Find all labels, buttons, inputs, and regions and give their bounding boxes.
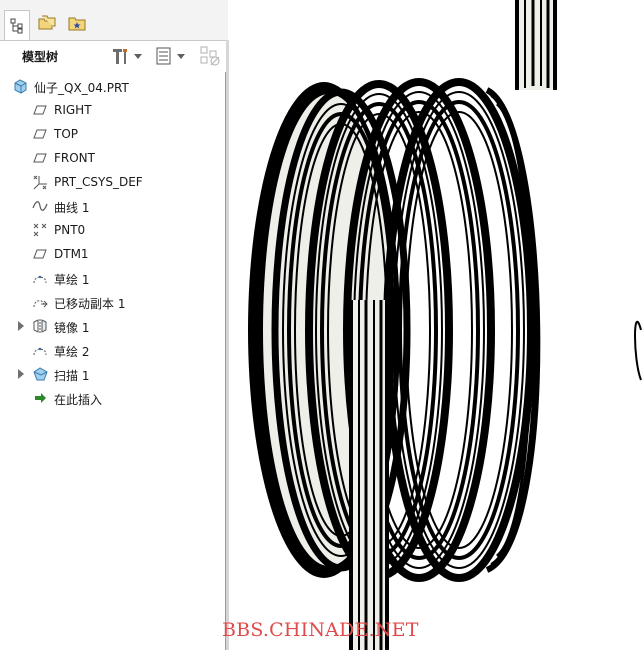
model-tree-tab[interactable] bbox=[4, 10, 30, 40]
tree-item-label: 已移动副本 1 bbox=[54, 297, 126, 311]
chevron-down-icon bbox=[134, 53, 142, 59]
tree-item-right[interactable]: RIGHT bbox=[0, 99, 224, 121]
lead-wire-bottom bbox=[349, 300, 389, 650]
tree-item-moved-copy[interactable]: 已移动副本 1 bbox=[0, 291, 224, 313]
expand-arrow-icon[interactable] bbox=[18, 321, 24, 331]
datum-plane-icon bbox=[32, 246, 48, 262]
tree-icon bbox=[10, 18, 23, 33]
tree-item-label: 曲线 1 bbox=[54, 201, 90, 215]
datum-plane-icon bbox=[32, 102, 48, 118]
sketch-icon bbox=[32, 270, 48, 286]
tree-item-csys[interactable]: PRT_CSYS_DEF bbox=[0, 171, 224, 193]
moved-copy-icon bbox=[32, 294, 48, 310]
watermark-text: BBS.CHINADE.NET bbox=[222, 619, 419, 641]
filter-icon bbox=[200, 46, 220, 66]
model-tree-header: 模型树 bbox=[0, 40, 226, 71]
tree-item-label: 仙子_QX_04.PRT bbox=[34, 81, 129, 95]
panel-tab-bar bbox=[0, 0, 228, 40]
chevron-down-icon bbox=[177, 53, 185, 59]
model-tree: 仙子_QX_04.PRT RIGHT TOP FRONT PRT_CSYS_DE… bbox=[0, 72, 226, 650]
tree-item-front[interactable]: FRONT bbox=[0, 147, 224, 169]
show-button[interactable] bbox=[155, 45, 185, 67]
model-tree-panel: 模型树 仙子_QX_04.PRT RIGHT TOP FRONT PRT_CSY… bbox=[0, 0, 228, 650]
favorites-tab[interactable] bbox=[64, 10, 90, 36]
tree-item-label: FRONT bbox=[54, 151, 95, 165]
curve-icon bbox=[32, 198, 48, 214]
settings-icon bbox=[113, 49, 127, 64]
partial-coil-edge bbox=[634, 320, 642, 381]
tree-item-top[interactable]: TOP bbox=[0, 123, 224, 145]
tree-item-label: 草绘 1 bbox=[54, 273, 90, 287]
filter-button[interactable] bbox=[199, 45, 221, 67]
tree-item-part[interactable]: 仙子_QX_04.PRT bbox=[0, 75, 224, 97]
tree-item-label: 在此插入 bbox=[54, 393, 103, 407]
tree-item-label: PRT_CSYS_DEF bbox=[54, 175, 143, 189]
favorites-icon bbox=[68, 17, 86, 31]
insert-here-icon bbox=[32, 390, 48, 406]
tree-item-point[interactable]: PNT0 bbox=[0, 219, 224, 241]
sweep-icon bbox=[32, 366, 48, 382]
tree-item-insert-here[interactable]: 在此插入 bbox=[0, 387, 224, 409]
part-icon bbox=[12, 78, 28, 94]
tree-item-label: PNT0 bbox=[54, 223, 86, 237]
tree-item-dtm1[interactable]: DTM1 bbox=[0, 243, 224, 265]
mirror-icon bbox=[32, 318, 48, 334]
tree-item-sketch-1[interactable]: 草绘 1 bbox=[0, 267, 224, 289]
folders-icon bbox=[38, 15, 56, 30]
coil-model bbox=[248, 0, 642, 650]
expand-arrow-icon[interactable] bbox=[18, 369, 24, 379]
tree-item-label: DTM1 bbox=[54, 247, 89, 261]
tree-item-label: 镜像 1 bbox=[54, 321, 90, 335]
tree-item-label: 扫描 1 bbox=[54, 369, 90, 383]
folder-browser-tab[interactable] bbox=[34, 10, 60, 36]
tree-item-sketch-2[interactable]: 草绘 2 bbox=[0, 339, 224, 361]
tree-item-sweep[interactable]: 扫描 1 bbox=[0, 363, 224, 385]
show-icon bbox=[156, 47, 171, 65]
datum-point-icon bbox=[32, 222, 48, 238]
tree-item-mirror[interactable]: 镜像 1 bbox=[0, 315, 224, 337]
tree-item-label: TOP bbox=[54, 127, 79, 141]
coordinate-system-icon bbox=[32, 174, 48, 190]
tree-item-label: RIGHT bbox=[54, 103, 92, 117]
tree-item-label: 草绘 2 bbox=[54, 345, 90, 359]
datum-plane-icon bbox=[32, 150, 48, 166]
sketch-icon bbox=[32, 342, 48, 358]
lead-wire-top bbox=[515, 0, 557, 90]
datum-plane-icon bbox=[32, 126, 48, 142]
settings-button[interactable] bbox=[110, 45, 142, 67]
panel-title: 模型树 bbox=[22, 50, 59, 64]
graphics-viewport[interactable] bbox=[229, 0, 643, 650]
tree-item-curve[interactable]: 曲线 1 bbox=[0, 195, 224, 217]
